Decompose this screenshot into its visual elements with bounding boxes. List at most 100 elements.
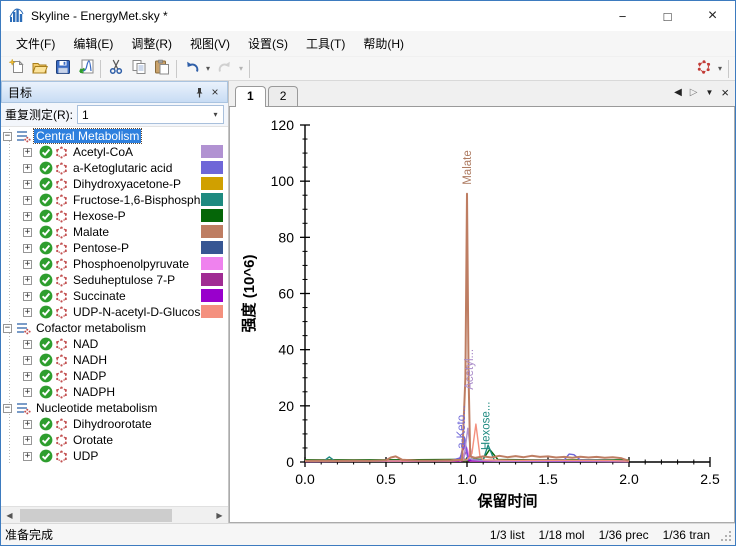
color-swatch [201, 225, 223, 238]
tree-item-fructose-1-6-bisphosphate[interactable]: +Fructose-1,6-Bisphosphate [1, 192, 228, 208]
tree-item-orotate[interactable]: +Orotate [1, 432, 228, 448]
resize-grip[interactable] [718, 528, 731, 541]
expand-icon[interactable]: + [23, 180, 32, 189]
tree-item-udp[interactable]: +UDP [1, 448, 228, 464]
tree-item-label: Succinate [71, 289, 128, 303]
replicate-value: 1 [78, 108, 208, 122]
tree-item-acetyl-coa[interactable]: +Acetyl-CoA [1, 144, 228, 160]
expand-icon[interactable]: + [23, 276, 32, 285]
expand-icon[interactable]: + [23, 292, 32, 301]
close-panel-icon[interactable]: × [207, 84, 223, 100]
checkmark-icon [39, 353, 53, 367]
molecule-icon [55, 258, 68, 271]
targets-panel-title: 目标 [8, 84, 191, 101]
expand-icon[interactable]: + [23, 388, 32, 397]
tree-item-label: NADP [71, 369, 108, 383]
collapse-icon[interactable]: − [3, 132, 12, 141]
tree-item-nad[interactable]: +NAD [1, 336, 228, 352]
expand-icon[interactable]: + [23, 212, 32, 221]
tab-menu-icon[interactable]: ▼ [705, 86, 713, 100]
paste-icon [154, 59, 170, 78]
molecule-list-icon [16, 322, 31, 335]
external-tools-button[interactable] [692, 58, 715, 80]
expand-icon[interactable]: + [23, 196, 32, 205]
scroll-right-icon[interactable]: ▶ [211, 507, 228, 524]
minimize-button[interactable]: − [600, 1, 645, 31]
tree-item-label: Dihydroorotate [71, 417, 154, 431]
menu-item-6[interactable]: 工具(T) [297, 31, 354, 56]
tab-next-icon[interactable]: ▷ [690, 86, 698, 100]
tree-group-central-metabolism[interactable]: −Central Metabolism [1, 128, 228, 144]
expand-icon[interactable]: + [23, 356, 32, 365]
molecule-icon [55, 162, 68, 175]
collapse-icon[interactable]: − [3, 404, 12, 413]
svg-text:40: 40 [278, 342, 294, 358]
scroll-left-icon[interactable]: ◀ [1, 507, 18, 524]
cut-button[interactable] [104, 58, 127, 80]
tree-group-nucleotide-metabolism[interactable]: −Nucleotide metabolism [1, 400, 228, 416]
undo-button[interactable] [180, 58, 203, 80]
expand-icon[interactable]: + [23, 340, 32, 349]
new-document-button[interactable] [5, 58, 28, 80]
expand-icon[interactable]: + [23, 228, 32, 237]
color-swatch [201, 161, 223, 174]
checkmark-icon [39, 209, 53, 223]
import-results-button[interactable] [74, 58, 97, 80]
chart-tab-2[interactable]: 2 [268, 86, 299, 106]
tree-item-udp-n-acetyl-d-glucosam[interactable]: +UDP-N-acetyl-D-Glucosam [1, 304, 228, 320]
tree-item-seduheptulose-7-p[interactable]: +Seduheptulose 7-P [1, 272, 228, 288]
expand-icon[interactable]: + [23, 244, 32, 253]
tree-item-succinate[interactable]: + Succinate [1, 288, 228, 304]
menu-item-1[interactable]: 文件(F) [7, 31, 64, 56]
status-bar: 准备完成 1/3 list 1/18 mol 1/36 prec 1/36 tr… [1, 523, 735, 545]
tree-item-nadph[interactable]: +NADPH [1, 384, 228, 400]
paste-button[interactable] [150, 58, 173, 80]
scrollbar-thumb[interactable] [20, 509, 172, 522]
expand-icon[interactable]: + [23, 420, 32, 429]
undo-icon [184, 59, 200, 78]
chromatogram-chart[interactable]: 0204060801001200.00.51.01.52.02.5保留时间强度 … [229, 107, 735, 523]
tree-group-cofactor-metabolism[interactable]: −Cofactor metabolism [1, 320, 228, 336]
menu-item-2[interactable]: 编辑(E) [64, 31, 122, 56]
tree-item-dihydroxyacetone-p[interactable]: +Dihydroxyacetone-P [1, 176, 228, 192]
tree-item-hexose-p[interactable]: +Hexose-P [1, 208, 228, 224]
expand-icon[interactable]: + [23, 148, 32, 157]
expand-icon[interactable]: + [23, 308, 32, 317]
tree-item-nadp[interactable]: + NADP [1, 368, 228, 384]
tree-item-a-ketoglutaric-acid[interactable]: +a-Ketoglutaric acid [1, 160, 228, 176]
external-tools-icon [696, 59, 712, 78]
tab-prev-icon[interactable]: ◀ [674, 86, 682, 100]
open-button[interactable] [28, 58, 51, 80]
menu-item-7[interactable]: 帮助(H) [354, 31, 413, 56]
replicate-combobox[interactable]: 1 ▾ [77, 105, 224, 124]
tree-item-pentose-p[interactable]: +Pentose-P [1, 240, 228, 256]
tree-item-phosphoenolpyruvate[interactable]: +Phosphoenolpyruvate [1, 256, 228, 272]
save-button[interactable] [51, 58, 74, 80]
chart-tab-1[interactable]: 1 [235, 86, 266, 107]
tree-item-nadh[interactable]: +NADH [1, 352, 228, 368]
expand-icon[interactable]: + [23, 164, 32, 173]
color-swatch [201, 177, 223, 190]
expand-icon[interactable]: + [23, 372, 32, 381]
undo-dropdown-icon[interactable]: ▾ [203, 58, 213, 80]
toolbar-separator [100, 60, 101, 78]
tree-item-dihydroorotate[interactable]: + Dihydroorotate [1, 416, 228, 432]
targets-horizontal-scrollbar[interactable]: ◀ ▶ [1, 506, 228, 523]
expand-icon[interactable]: + [23, 452, 32, 461]
import-results-icon [78, 59, 94, 78]
expand-icon[interactable]: + [23, 260, 32, 269]
copy-button[interactable] [127, 58, 150, 80]
pin-icon[interactable] [191, 84, 207, 100]
close-button[interactable]: × [690, 1, 735, 31]
tree-item-malate[interactable]: +Malate [1, 224, 228, 240]
menu-item-3[interactable]: 调整(R) [122, 31, 181, 56]
svg-text:保留时间: 保留时间 [476, 492, 537, 510]
maximize-button[interactable]: □ [645, 1, 690, 31]
expand-icon[interactable]: + [23, 436, 32, 445]
external-tools-dropdown-icon[interactable]: ▾ [715, 58, 725, 80]
save-icon [55, 59, 71, 78]
menu-item-5[interactable]: 设置(S) [239, 31, 297, 56]
menu-item-4[interactable]: 视图(V) [181, 31, 239, 56]
tab-close-icon[interactable]: × [721, 86, 729, 100]
collapse-icon[interactable]: − [3, 324, 12, 333]
